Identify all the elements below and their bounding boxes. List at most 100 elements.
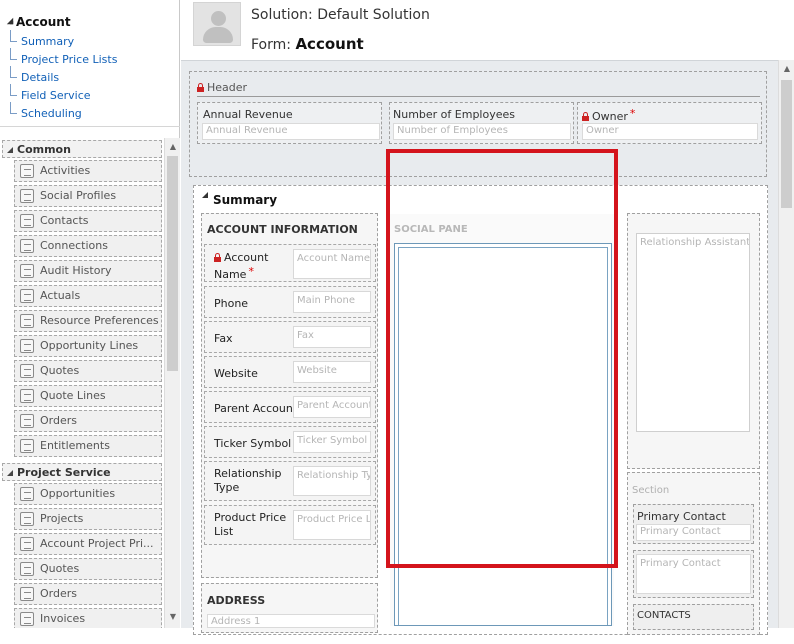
scrollbar-thumb[interactable] bbox=[167, 156, 178, 371]
field-parent-account[interactable]: Parent Account Parent Account bbox=[204, 391, 376, 423]
nav-link-details[interactable]: Details bbox=[10, 66, 59, 87]
invoice-icon bbox=[20, 612, 34, 626]
solution-title: Solution: Default Solution bbox=[251, 7, 430, 23]
field-label: Website bbox=[214, 367, 258, 380]
related-item-opportunity-lines[interactable]: Opportunity Lines bbox=[14, 335, 162, 357]
annual-revenue-input[interactable]: Annual Revenue bbox=[202, 123, 380, 140]
number-of-employees-input[interactable]: Number of Employees bbox=[393, 123, 571, 140]
related-item-orders[interactable]: Orders bbox=[14, 410, 162, 432]
field-fax[interactable]: Fax Fax bbox=[204, 321, 376, 353]
related-item-contacts[interactable]: Contacts bbox=[14, 210, 162, 232]
related-item-account-project-price-lists[interactable]: Account Project Pri... bbox=[14, 533, 162, 555]
header-title-label: Header bbox=[207, 81, 248, 94]
relationship-assistant-control[interactable]: Relationship Assistant bbox=[636, 233, 750, 432]
related-item-opportunities[interactable]: Opportunities bbox=[14, 483, 162, 505]
account-name-input[interactable]: Account Name bbox=[293, 249, 371, 279]
related-item-label: Audit History bbox=[40, 264, 112, 277]
placeholder: Owner bbox=[586, 125, 619, 136]
fax-input[interactable]: Fax bbox=[293, 326, 371, 348]
collapse-caret-icon[interactable] bbox=[6, 17, 14, 25]
tree-elbow-icon bbox=[10, 48, 17, 60]
quote-icon bbox=[20, 364, 34, 378]
primary-contact-input[interactable]: Primary Contact bbox=[636, 524, 751, 541]
nav-separator bbox=[0, 126, 180, 127]
related-item-connections[interactable]: Connections bbox=[14, 235, 162, 257]
primary-contact-card-control[interactable]: Primary Contact bbox=[636, 554, 751, 594]
address-input[interactable]: Address 1 bbox=[207, 614, 375, 628]
placeholder: Annual Revenue bbox=[206, 125, 288, 136]
owner-label: Owner * bbox=[582, 107, 635, 123]
related-item-projects[interactable]: Projects bbox=[14, 508, 162, 530]
owner-input[interactable]: Owner bbox=[582, 123, 758, 140]
tab-collapse-caret-icon[interactable] bbox=[202, 192, 208, 198]
summary-tab-title: Summary bbox=[213, 193, 278, 207]
related-item-social-profiles[interactable]: Social Profiles bbox=[14, 185, 162, 207]
related-item-invoices[interactable]: Invoices bbox=[14, 608, 162, 628]
nav-link-project-price-lists[interactable]: Project Price Lists bbox=[10, 48, 117, 69]
nav-link-label[interactable]: Details bbox=[21, 71, 59, 84]
website-input[interactable]: Website bbox=[293, 361, 371, 383]
scroll-down-arrow-icon[interactable]: ▼ bbox=[168, 612, 178, 622]
related-item-activities[interactable]: Activities bbox=[14, 160, 162, 182]
group-common[interactable]: Common bbox=[2, 140, 162, 158]
field-website[interactable]: Website Website bbox=[204, 356, 376, 388]
required-mark: * bbox=[248, 265, 254, 278]
related-item-quote-lines[interactable]: Quote Lines bbox=[14, 385, 162, 407]
form-editor: Solution: Default Solution Form: Account… bbox=[181, 0, 794, 635]
social-pane-highlight-box bbox=[386, 149, 618, 568]
form-navigation-pane: Account Summary Project Price Lists Deta… bbox=[0, 0, 180, 628]
collapse-caret-icon bbox=[7, 147, 13, 153]
section-title: ADDRESS bbox=[207, 594, 266, 607]
related-item-resource-preferences[interactable]: Resource Preferences bbox=[14, 310, 162, 332]
product-price-list-input[interactable]: Product Price List bbox=[293, 510, 371, 540]
related-item-actuals[interactable]: Actuals bbox=[14, 285, 162, 307]
section-title: Section bbox=[632, 485, 670, 496]
nav-link-scheduling[interactable]: Scheduling bbox=[10, 102, 82, 123]
field-ticker-symbol[interactable]: Ticker Symbol Ticker Symbol bbox=[204, 426, 376, 458]
related-item-label: Resource Preferences bbox=[40, 314, 159, 327]
nav-link-label[interactable]: Field Service bbox=[21, 89, 91, 102]
nav-link-label[interactable]: Scheduling bbox=[21, 107, 82, 120]
nav-link-label[interactable]: Summary bbox=[21, 35, 74, 48]
related-item-label: Actuals bbox=[40, 289, 81, 302]
group-label: Common bbox=[17, 143, 71, 156]
related-item-entitlements[interactable]: Entitlements bbox=[14, 435, 162, 457]
related-item-label: Opportunity Lines bbox=[40, 339, 139, 352]
related-item-label: Orders bbox=[40, 587, 77, 600]
tree-elbow-icon bbox=[10, 66, 17, 78]
field-product-price-list[interactable]: Product Price List Product Price List bbox=[204, 505, 376, 545]
scroll-up-arrow-icon[interactable]: ▲ bbox=[782, 64, 792, 74]
form-scrollbar[interactable]: ▲ bbox=[778, 60, 794, 628]
project-icon bbox=[20, 512, 34, 526]
related-item-audit-history[interactable]: Audit History bbox=[14, 260, 162, 282]
field-account-name[interactable]: Account Name * Account Name bbox=[204, 244, 376, 282]
related-item-quotes-ps[interactable]: Quotes bbox=[14, 558, 162, 580]
avatar-body bbox=[203, 27, 233, 43]
scrollbar-thumb[interactable] bbox=[781, 80, 792, 208]
form-prefix: Form: bbox=[251, 37, 291, 53]
field-label: Account Name bbox=[214, 251, 269, 281]
contact-card-icon bbox=[20, 214, 34, 228]
phone-input[interactable]: Main Phone bbox=[293, 291, 371, 313]
form-title: Form: Account bbox=[251, 35, 364, 53]
avatar-head bbox=[211, 11, 226, 26]
lock-icon bbox=[582, 112, 589, 121]
nav-link-label[interactable]: Project Price Lists bbox=[21, 53, 117, 66]
header-section-title: Header bbox=[197, 81, 247, 94]
header-divider bbox=[197, 96, 760, 97]
ticker-symbol-input[interactable]: Ticker Symbol bbox=[293, 431, 371, 453]
related-item-orders-ps[interactable]: Orders bbox=[14, 583, 162, 605]
nav-link-field-service[interactable]: Field Service bbox=[10, 84, 91, 105]
field-label: Primary Contact bbox=[637, 510, 726, 523]
field-phone[interactable]: Phone Main Phone bbox=[204, 286, 376, 318]
related-scrollbar[interactable]: ▲ ▼ bbox=[164, 138, 180, 628]
relationship-type-input[interactable]: Relationship Type bbox=[293, 466, 371, 496]
section-title: CONTACTS bbox=[637, 610, 691, 621]
parent-account-input[interactable]: Parent Account bbox=[293, 396, 371, 418]
related-item-quotes[interactable]: Quotes bbox=[14, 360, 162, 382]
social-profile-icon bbox=[20, 189, 34, 203]
nav-link-summary[interactable]: Summary bbox=[10, 30, 74, 51]
field-relationship-type[interactable]: Relationship Type Relationship Type bbox=[204, 461, 376, 501]
group-project-service[interactable]: Project Service bbox=[2, 463, 162, 481]
scroll-up-arrow-icon[interactable]: ▲ bbox=[168, 142, 178, 152]
